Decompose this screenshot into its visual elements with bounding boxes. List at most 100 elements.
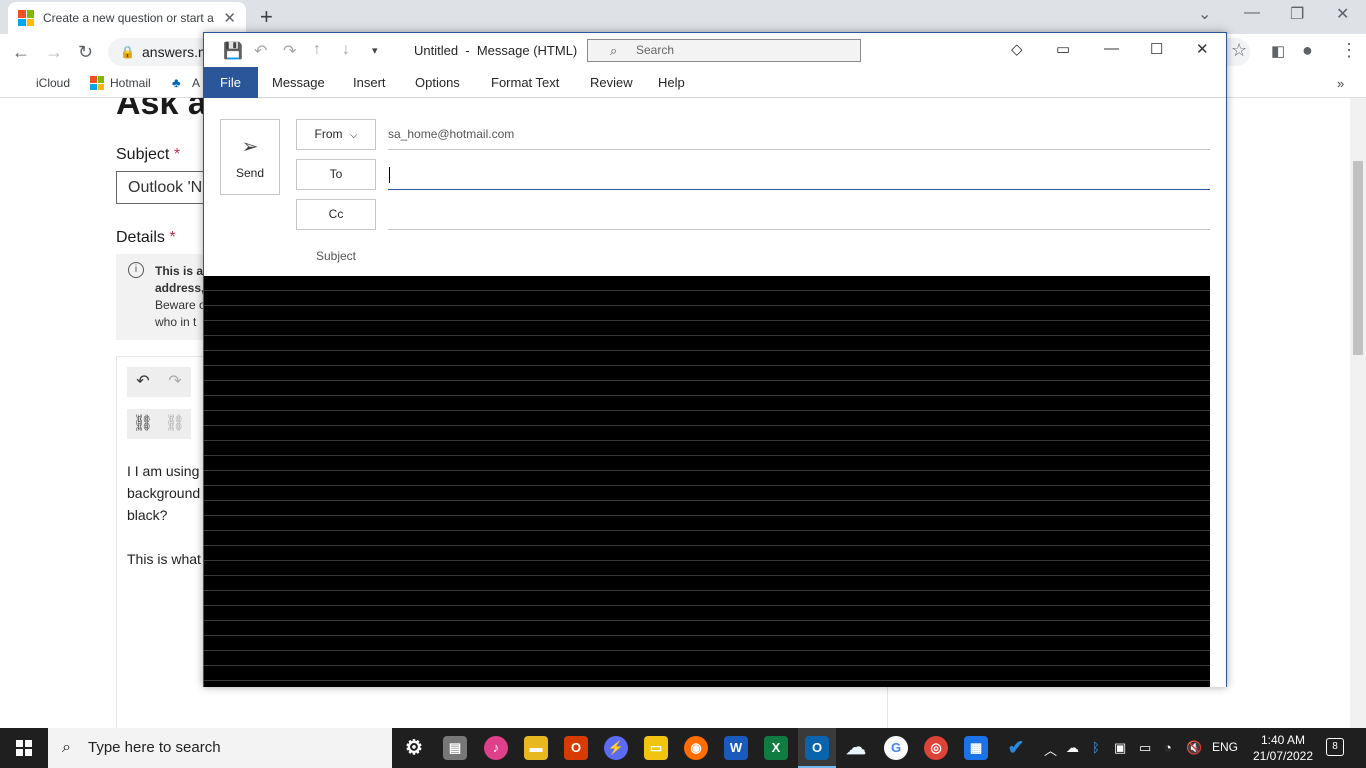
page-scrollbar[interactable] (1350, 98, 1366, 728)
notifications-icon[interactable]: 8 (1326, 738, 1344, 756)
battery-icon[interactable]: ▭ (1139, 740, 1151, 756)
diamond-icon[interactable]: ◇ (1011, 40, 1023, 58)
bookmark-hotmail[interactable]: Hotmail (90, 76, 151, 90)
tab-close-icon[interactable]: ✕ (223, 9, 236, 27)
redo-icon[interactable]: ↷ (283, 41, 296, 61)
tab-title: Create a new question or start a discuss… (43, 11, 217, 25)
file-explorer-icon[interactable]: ▬ (524, 736, 548, 760)
link-icon[interactable]: ⛓ (127, 409, 159, 439)
customize-toolbar-icon[interactable]: ▾ (372, 44, 378, 57)
calendar-icon[interactable]: ▦ (964, 736, 988, 760)
search-icon: ⌕ (62, 739, 71, 756)
save-icon[interactable]: 💾 (223, 41, 243, 61)
previous-item-icon[interactable]: ↑ (313, 41, 321, 59)
reload-icon[interactable]: ↻ (78, 42, 93, 63)
unlink-icon[interactable]: ⛓ (159, 409, 191, 439)
from-button[interactable]: From ⌵ (296, 119, 376, 150)
wifi-icon[interactable]: ◔ (1164, 740, 1172, 755)
tab-review[interactable]: Review (576, 67, 647, 98)
close-window-icon[interactable]: ✕ (1336, 4, 1349, 24)
tab-search-icon[interactable]: ⌄ (1198, 4, 1211, 24)
new-tab-icon[interactable]: + (260, 4, 273, 30)
chrome-icon[interactable]: ◎ (924, 736, 948, 760)
details-label-text: Details (116, 229, 165, 246)
tab-format-text[interactable]: Format Text (477, 67, 573, 98)
cc-field[interactable] (388, 199, 1210, 230)
restore-icon[interactable]: ❐ (1290, 4, 1304, 24)
word-icon[interactable]: W (724, 736, 748, 760)
url-text: answers.m (142, 44, 210, 60)
microsoft-logo-icon (90, 76, 104, 90)
to-field[interactable] (388, 159, 1210, 190)
details-label: Details * (116, 229, 176, 247)
minimize-icon[interactable]: — (1244, 4, 1260, 22)
windows-start-icon[interactable] (16, 740, 32, 756)
cc-button[interactable]: Cc (296, 199, 376, 230)
browser-tab[interactable]: Create a new question or start a discuss… (8, 2, 246, 34)
body-margin (1210, 276, 1226, 687)
sidebar-icon[interactable]: ◧ (1271, 42, 1285, 60)
settings-icon[interactable]: ⚙ (402, 736, 426, 760)
folder-icon[interactable]: ▭ (644, 736, 668, 760)
scanner-icon[interactable]: ▤ (443, 736, 467, 760)
language-indicator[interactable]: ENG (1212, 740, 1238, 754)
redo-icon[interactable]: ↷ (159, 367, 191, 397)
body-line: I I am using (127, 463, 200, 479)
firefox-icon[interactable]: ◉ (684, 736, 708, 760)
info-line: This is a (155, 264, 204, 278)
bookmark-label: iCloud (36, 76, 71, 90)
maximize-icon[interactable]: ☐ (1150, 40, 1163, 58)
google-icon[interactable]: G (884, 736, 908, 760)
profile-icon[interactable]: ● (1302, 40, 1313, 61)
clock[interactable]: 1:40 AM 21/07/2022 (1248, 732, 1318, 764)
subject-label: Subject (315, 249, 357, 263)
tab-file[interactable]: File (204, 67, 258, 98)
messenger-icon[interactable]: ⚡ (604, 736, 628, 760)
tab-insert[interactable]: Insert (339, 67, 400, 98)
message-body[interactable] (204, 276, 1210, 687)
to-button[interactable]: To (296, 159, 376, 190)
page-heading: Ask a (116, 98, 207, 122)
bluetooth-icon[interactable]: ᛒ (1092, 740, 1100, 755)
tab-message[interactable]: Message (258, 67, 339, 98)
undo-icon[interactable]: ↶ (254, 41, 267, 61)
subject-label-text: Subject (116, 146, 170, 163)
excel-icon[interactable]: X (764, 736, 788, 760)
outlook-icon[interactable]: O (805, 736, 829, 760)
menu-icon[interactable]: ⋮ (1340, 40, 1358, 61)
itunes-icon[interactable]: ♪ (484, 736, 508, 760)
chevron-up-icon[interactable]: ︿ (1044, 740, 1057, 759)
volume-muted-icon[interactable]: 🔇 (1186, 740, 1202, 756)
next-item-icon[interactable]: ↓ (342, 41, 350, 59)
taskbar-search-placeholder: Type here to search (88, 739, 221, 756)
from-label: From (314, 127, 343, 141)
minimize-icon[interactable]: — (1104, 40, 1119, 57)
office-icon[interactable]: O (564, 736, 588, 760)
send-label: Send (235, 166, 265, 180)
tab-options[interactable]: Options (401, 67, 474, 98)
bookmark-icloud[interactable]: iCloud (16, 76, 70, 90)
send-icon: ➢ (241, 136, 259, 158)
onedrive-icon[interactable]: ☁ (844, 736, 868, 760)
taskbar-search[interactable]: ⌕ Type here to search (48, 728, 392, 768)
microsoft-logo-icon (18, 10, 34, 26)
send-button[interactable]: ➢ Send (220, 119, 280, 195)
forward-icon[interactable]: → (45, 42, 63, 63)
bookmark-other[interactable]: ♣ A (172, 76, 200, 91)
ribbon-display-icon[interactable]: ▭ (1056, 40, 1070, 58)
back-icon[interactable]: ← (12, 42, 30, 63)
star-icon[interactable]: ☆ (1231, 40, 1247, 61)
close-icon[interactable]: ✕ (1196, 40, 1209, 58)
tab-help[interactable]: Help (644, 67, 699, 98)
body-line: background (127, 485, 201, 501)
meet-now-icon[interactable]: ▣ (1114, 740, 1126, 756)
text-cursor (389, 167, 390, 183)
cloud-sync-icon[interactable]: ☁ (1066, 740, 1079, 756)
todo-icon[interactable]: ✔ (1004, 736, 1028, 760)
more-bookmarks-icon[interactable]: » (1337, 76, 1344, 91)
undo-icon[interactable]: ↶ (127, 367, 159, 397)
outlook-search-box[interactable]: ⌕ Search (587, 39, 861, 62)
scrollbar-thumb[interactable] (1353, 161, 1363, 355)
message-header: ➢ Send From ⌵ sa_home@hotmail.com To Cc … (204, 99, 1226, 275)
ribbon-tabs: File Message Insert Options Format Text … (204, 67, 1226, 98)
